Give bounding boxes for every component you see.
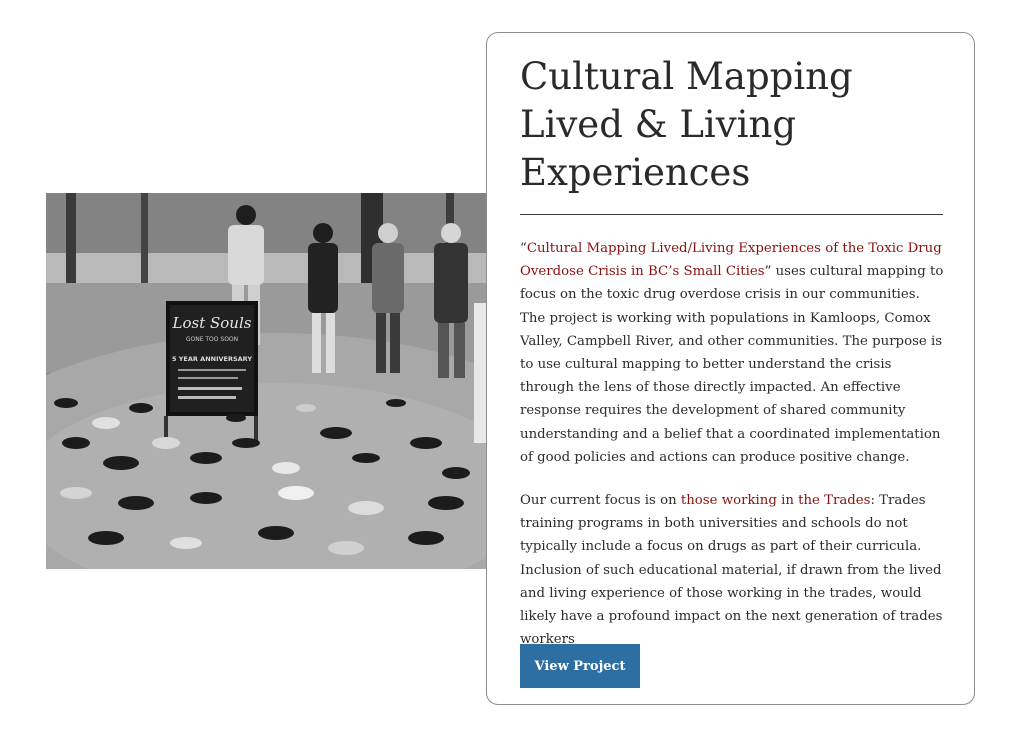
view-project-button[interactable]: View Project (520, 644, 640, 688)
current-focus: Our current focus is on those working in… (520, 489, 944, 651)
trades-link[interactable]: those working in the Trades (681, 493, 871, 508)
title-divider (520, 214, 943, 215)
quote-open: “ (520, 241, 527, 256)
sign-line: 5 YEAR ANNIVERSARY (172, 355, 252, 363)
sign-title: Lost Souls (172, 314, 252, 332)
project-card: Cultural Mapping Lived & Living Experien… (486, 32, 975, 705)
sign-subtitle: GONE TOO SOON (186, 336, 238, 343)
project-description: “Cultural Mapping Lived/Living Experienc… (520, 237, 944, 469)
description-text: ” uses cultural mapping to focus on the … (520, 264, 944, 465)
project-photo: Lost Souls GONE TOO SOON 5 YEAR ANNIVERS… (46, 193, 486, 569)
focus-prefix: Our current focus is on (520, 493, 681, 508)
memorial-photo-illustration: Lost Souls GONE TOO SOON 5 YEAR ANNIVERS… (46, 193, 486, 569)
project-title: Cultural Mapping Lived & Living Experien… (520, 55, 853, 194)
focus-text: : Trades training programs in both unive… (520, 493, 943, 648)
